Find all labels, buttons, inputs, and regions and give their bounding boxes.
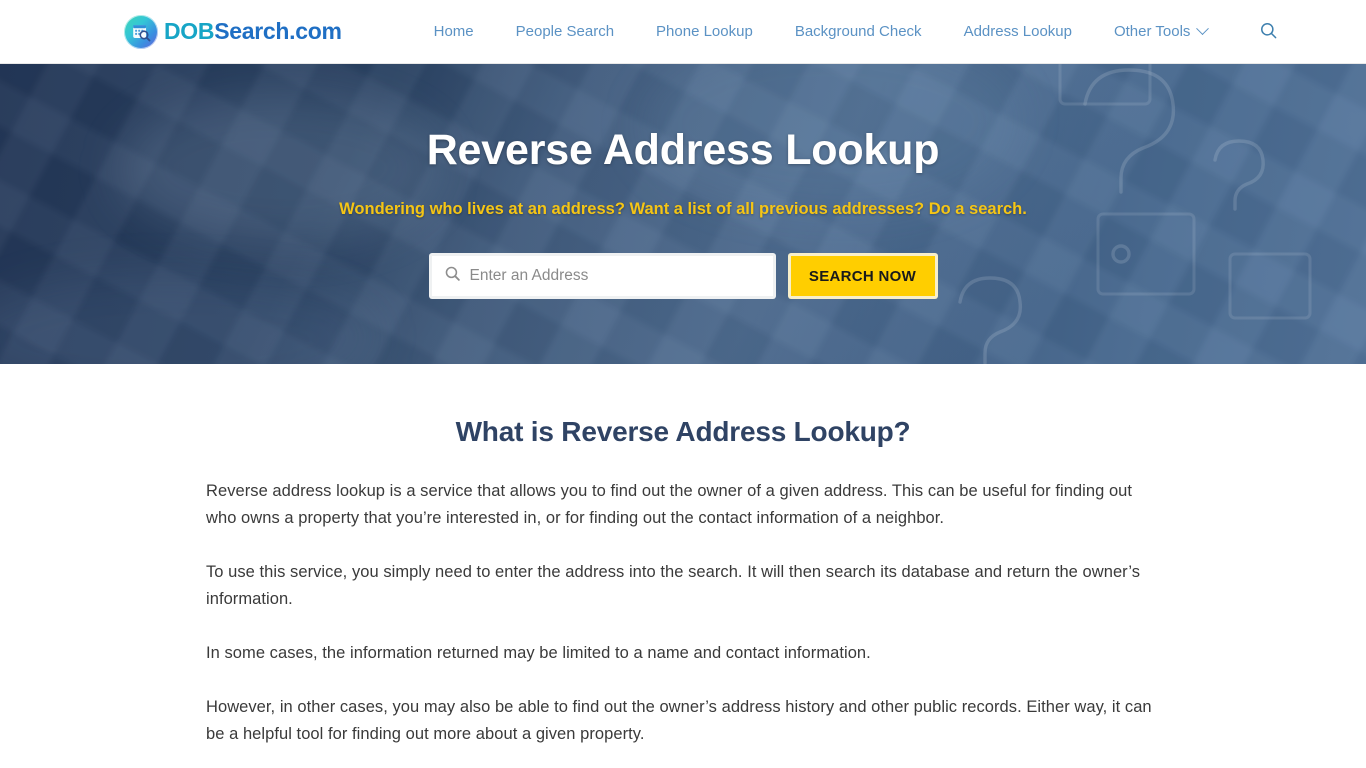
hero-title: Reverse Address Lookup bbox=[426, 126, 940, 174]
hero-banner: Reverse Address Lookup Wondering who liv… bbox=[0, 64, 1366, 364]
site-header: DOBSearch.com Home People Search Phone L… bbox=[0, 0, 1366, 64]
header-search-icon-button[interactable] bbox=[1255, 17, 1282, 47]
main-navigation: Home People Search Phone Lookup Backgrou… bbox=[413, 0, 1229, 64]
brand-text-dob: DOB bbox=[164, 18, 215, 44]
main-content: What is Reverse Address Lookup? Reverse … bbox=[0, 364, 1366, 748]
hero-search-bar: SEARCH NOW bbox=[428, 253, 938, 300]
brand-wordmark: DOBSearch.com bbox=[164, 20, 342, 43]
nav-item-address-lookup[interactable]: Address Lookup bbox=[943, 0, 1093, 64]
brand-text-dotcom: .com bbox=[289, 18, 342, 44]
address-search-field-wrapper[interactable] bbox=[428, 253, 776, 300]
article-paragraph: In some cases, the information returned … bbox=[206, 644, 871, 662]
nav-label: Phone Lookup bbox=[656, 22, 753, 40]
nav-item-other-tools[interactable]: Other Tools bbox=[1093, 0, 1228, 64]
nav-item-phone-lookup[interactable]: Phone Lookup bbox=[635, 0, 774, 64]
search-icon bbox=[444, 265, 461, 287]
hero-subtitle: Wondering who lives at an address? Want … bbox=[339, 200, 1027, 219]
search-now-button[interactable]: SEARCH NOW bbox=[787, 253, 938, 300]
article-paragraph: However, in other cases, you may also be… bbox=[206, 698, 1152, 743]
chevron-down-icon bbox=[1196, 22, 1210, 36]
search-icon bbox=[1259, 21, 1278, 43]
nav-label: Other Tools bbox=[1113, 22, 1191, 40]
nav-label: Home bbox=[433, 22, 474, 40]
article-body: What is Reverse Address Lookup? Reverse … bbox=[103, 416, 1263, 748]
article-paragraph: Reverse address lookup is a service that… bbox=[206, 482, 1133, 527]
nav-item-people-search[interactable]: People Search bbox=[495, 0, 635, 64]
address-search-input[interactable] bbox=[469, 256, 761, 297]
nav-label: Address Lookup bbox=[963, 22, 1072, 40]
article-paragraph: To use this service, you simply need to … bbox=[206, 563, 1141, 608]
calendar-magnifier-logo-icon bbox=[124, 14, 158, 49]
nav-item-background-check[interactable]: Background Check bbox=[774, 0, 943, 64]
nav-label: People Search bbox=[515, 22, 615, 40]
nav-item-home[interactable]: Home bbox=[413, 0, 495, 64]
page-title: What is Reverse Address Lookup? bbox=[455, 416, 911, 447]
brand-logo-link[interactable]: DOBSearch.com bbox=[124, 14, 342, 49]
nav-label: Background Check bbox=[794, 22, 922, 40]
brand-text-search: Search bbox=[214, 18, 290, 44]
